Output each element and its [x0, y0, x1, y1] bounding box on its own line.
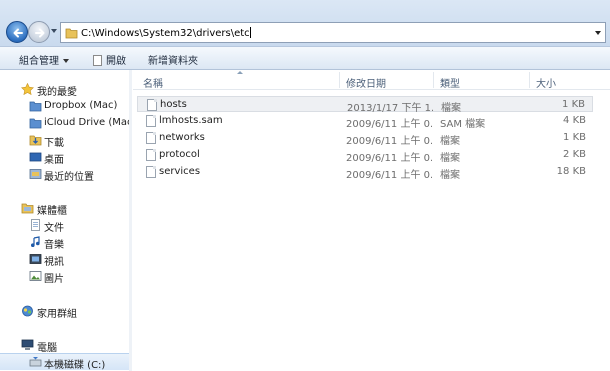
chevron-down-icon [63, 59, 69, 63]
documents-icon [31, 219, 40, 231]
organize-button[interactable]: 組合管理 [19, 52, 69, 67]
hard-drive-icon [29, 357, 42, 367]
column-divider[interactable] [529, 72, 530, 88]
column-header-type[interactable]: 類型 [440, 75, 460, 90]
computer-icon [21, 339, 34, 350]
icloud-folder-icon [29, 118, 42, 129]
file-icon [146, 166, 156, 178]
file-name: services [159, 166, 201, 177]
address-dropdown-icon[interactable] [595, 31, 601, 35]
sidebar-computer[interactable]: 電腦 [0, 337, 131, 354]
recent-places-icon [29, 169, 42, 179]
libraries-icon [21, 203, 34, 214]
sidebar-item-recent[interactable]: 最近的位置 [0, 166, 131, 183]
column-divider[interactable] [433, 72, 434, 88]
file-date: 2009/6/11 上午 0... [346, 136, 432, 147]
document-icon [93, 55, 102, 66]
open-button[interactable]: 開啟 [93, 52, 126, 67]
recent-pages-dropdown-icon[interactable] [51, 29, 57, 33]
folder-icon [65, 28, 78, 39]
sidebar-item-downloads[interactable]: 下載 [0, 132, 131, 149]
file-size: 1 KB [562, 99, 585, 110]
sidebar-favorites-header[interactable]: 我的最愛 [0, 81, 131, 98]
file-name: networks [159, 132, 205, 143]
file-name: lmhosts.sam [159, 115, 223, 126]
music-icon [31, 236, 40, 247]
sidebar-item-icloud[interactable]: iCloud Drive (Mac) [0, 115, 131, 132]
column-header-size[interactable]: 大小 [536, 75, 556, 90]
new-folder-button[interactable]: 新增資料夾 [148, 52, 198, 67]
file-type: SAM 檔案 [440, 119, 486, 130]
file-icon [147, 99, 157, 111]
column-header-date[interactable]: 修改日期 [346, 75, 386, 90]
column-header-row: 名稱 修改日期 類型 大小 [133, 70, 610, 90]
star-icon [21, 83, 34, 95]
file-type: 檔案 [440, 153, 460, 164]
dropbox-folder-icon [29, 101, 42, 112]
file-type: 檔案 [440, 170, 460, 181]
sidebar-homegroup[interactable]: 家用群組 [0, 303, 131, 320]
back-button[interactable] [6, 21, 28, 43]
downloads-icon [29, 135, 42, 146]
sidebar-item-dropbox[interactable]: Dropbox (Mac) [0, 98, 131, 115]
file-type: 檔案 [441, 103, 461, 114]
sidebar-item-pictures[interactable]: 圖片 [0, 268, 131, 285]
file-icon [146, 132, 156, 144]
navigation-pane: 我的最愛 Dropbox (Mac) iCloud Drive (Mac) 下載… [0, 70, 132, 371]
file-date: 2009/6/11 上午 0... [346, 170, 432, 181]
file-date: 2009/6/11 上午 0... [346, 153, 432, 164]
command-toolbar: 組合管理 開啟 新增資料夾 [0, 46, 610, 70]
column-divider[interactable] [339, 72, 340, 88]
file-icon [146, 115, 156, 127]
column-header-name[interactable]: 名稱 [143, 75, 163, 90]
file-size: 4 KB [563, 115, 586, 126]
file-size: 1 KB [563, 132, 586, 143]
sidebar-item-videos[interactable]: 視訊 [0, 251, 131, 268]
forward-button[interactable] [28, 21, 50, 43]
file-row[interactable]: services 2009/6/11 上午 0... 檔案 18 KB [137, 164, 593, 181]
file-date: 2009/6/11 上午 0... [346, 119, 432, 130]
sidebar-libraries-header[interactable]: 媒體櫃 [0, 200, 131, 217]
file-name: protocol [159, 149, 200, 160]
file-icon [146, 149, 156, 161]
back-arrow-icon [13, 28, 23, 38]
file-size: 2 KB [563, 149, 586, 160]
sidebar-item-music[interactable]: 音樂 [0, 234, 131, 251]
desktop-icon [29, 152, 42, 162]
file-date: 2013/1/17 下午 1... [347, 103, 433, 114]
address-path-text[interactable]: C:\Windows\System32\drivers\etc [81, 27, 251, 39]
file-row[interactable]: networks 2009/6/11 上午 0... 檔案 1 KB [137, 130, 593, 147]
file-row[interactable]: lmhosts.sam 2009/6/11 上午 0... SAM 檔案 4 K… [137, 113, 593, 130]
address-field[interactable]: C:\Windows\System32\drivers\etc [60, 22, 606, 43]
file-list-pane: 名稱 修改日期 類型 大小 hosts 2013/1/17 下午 1... 檔案… [133, 70, 610, 371]
sidebar-item-local-disk-c[interactable]: 本機磁碟 (C:) [0, 353, 131, 371]
forward-arrow-icon [35, 28, 45, 38]
sidebar-item-documents[interactable]: 文件 [0, 217, 131, 234]
sidebar-item-desktop[interactable]: 桌面 [0, 149, 131, 166]
address-bar-area: C:\Windows\System32\drivers\etc [0, 0, 610, 46]
file-size: 18 KB [556, 166, 586, 177]
navigation-scrollbar[interactable] [129, 70, 132, 371]
file-type: 檔案 [440, 136, 460, 147]
homegroup-icon [22, 305, 33, 317]
videos-icon [29, 254, 42, 264]
file-row[interactable]: hosts 2013/1/17 下午 1... 檔案 1 KB [137, 96, 593, 114]
file-row[interactable]: protocol 2009/6/11 上午 0... 檔案 2 KB [137, 147, 593, 164]
sort-ascending-icon [237, 71, 243, 74]
file-name: hosts [160, 99, 187, 110]
pictures-icon [29, 271, 42, 281]
